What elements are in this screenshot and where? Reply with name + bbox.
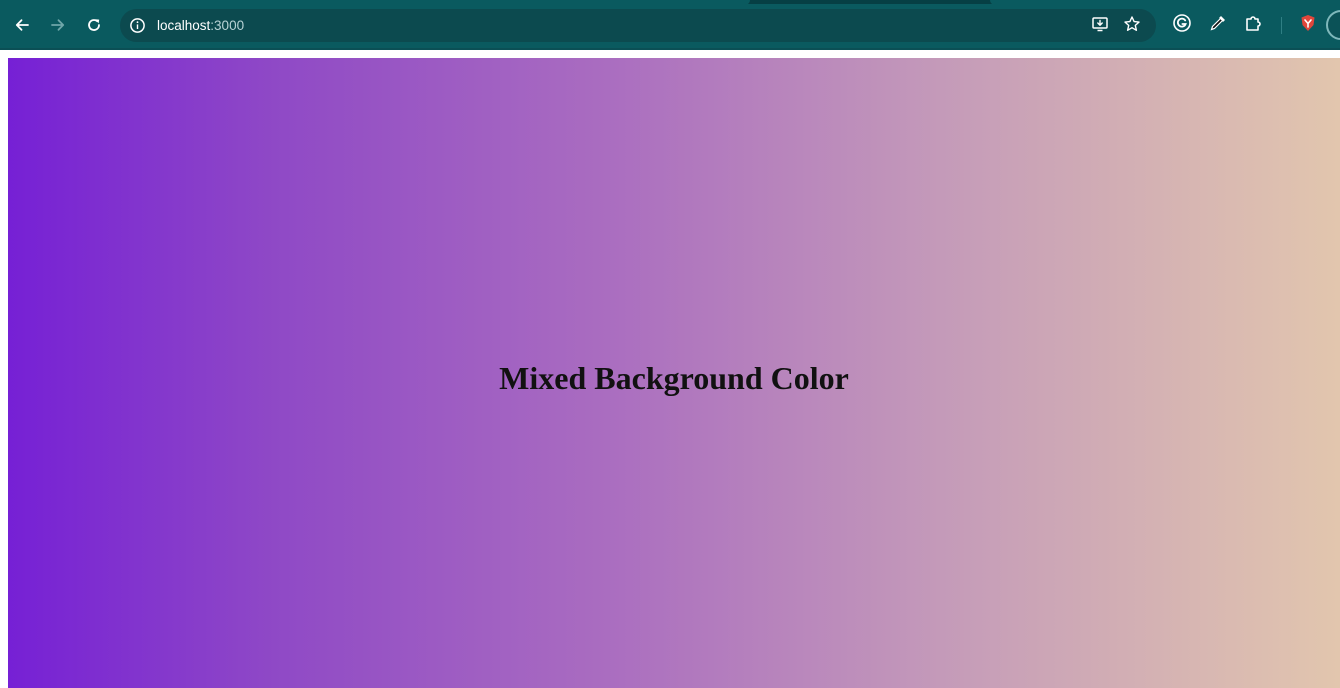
- extensions-puzzle-icon: [1244, 13, 1264, 38]
- back-button[interactable]: [7, 10, 37, 40]
- brave-shield-extension-button[interactable]: [1296, 13, 1320, 37]
- reload-button[interactable]: [79, 10, 109, 40]
- url-port: :3000: [210, 18, 245, 33]
- back-arrow-icon: [14, 17, 30, 33]
- brave-shield-icon: [1298, 13, 1318, 38]
- page-viewport: Mixed Background Color: [0, 50, 1340, 688]
- toolbar-divider: [1281, 17, 1282, 34]
- page-title: Mixed Background Color: [499, 360, 849, 396]
- url-host: localhost: [157, 18, 211, 33]
- gradient-background: Mixed Background Color: [8, 58, 1340, 688]
- forward-button[interactable]: [43, 10, 73, 40]
- grammarly-extension-button[interactable]: [1170, 13, 1194, 37]
- profile-avatar-button[interactable]: [1326, 10, 1340, 40]
- extensions-button[interactable]: [1242, 13, 1266, 37]
- forward-arrow-icon: [50, 17, 66, 33]
- bookmark-button[interactable]: [1121, 15, 1143, 37]
- eyedropper-extension-button[interactable]: [1206, 13, 1230, 37]
- url-text[interactable]: localhost:3000: [157, 17, 244, 34]
- site-info-icon[interactable]: [129, 17, 146, 34]
- install-app-icon: [1091, 15, 1109, 38]
- tab-strip-right: [990, 0, 1340, 5]
- install-app-button[interactable]: [1089, 15, 1111, 37]
- bookmark-star-icon: [1123, 15, 1141, 38]
- eyedropper-icon: [1208, 13, 1228, 38]
- reload-icon: [86, 17, 102, 33]
- tab-strip-left: [0, 0, 750, 5]
- grammarly-icon: [1172, 13, 1192, 38]
- browser-toolbar: localhost:3000: [0, 0, 1340, 50]
- address-bar[interactable]: localhost:3000: [120, 9, 1156, 42]
